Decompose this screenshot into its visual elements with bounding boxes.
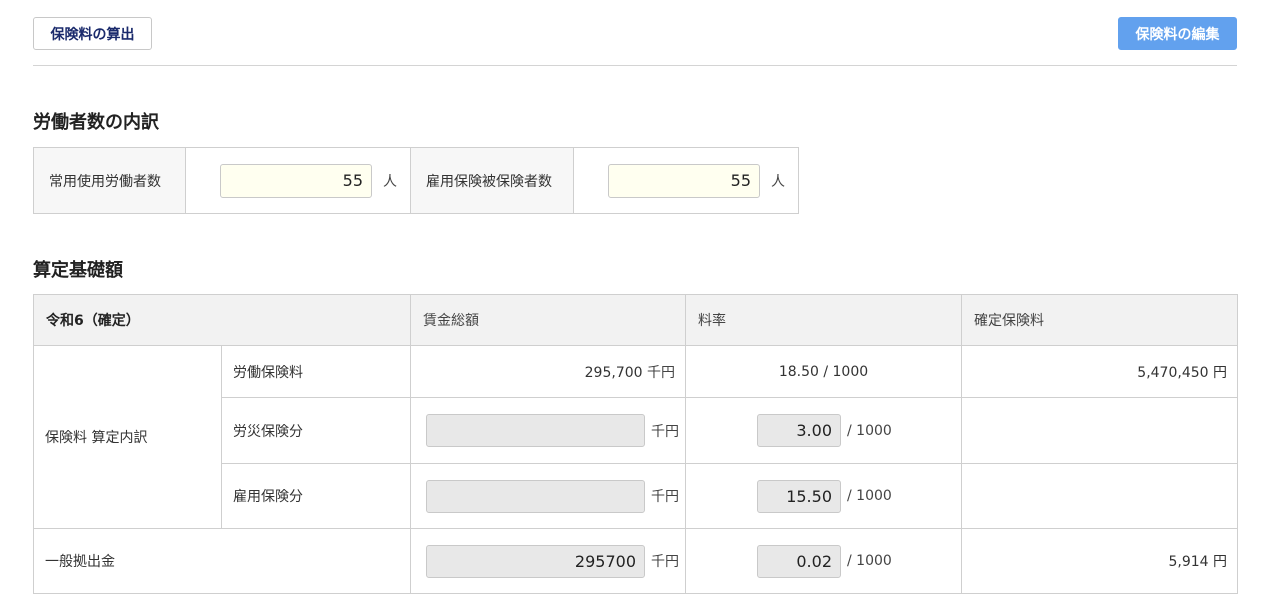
rate-header: 料率	[685, 294, 962, 346]
labor-wages-unit: 千円	[647, 364, 675, 381]
labor-rate-value: 18.50 / 1000	[685, 345, 962, 398]
employment-wages-input[interactable]	[426, 479, 645, 513]
wages-header: 賃金総額	[410, 294, 686, 346]
insured-workers-unit: 人	[771, 173, 785, 190]
regular-workers-label: 常用使用労働者数	[33, 147, 186, 214]
labor-insurance-label: 労働保険料	[221, 345, 411, 398]
divider	[33, 65, 1237, 66]
insured-workers-input[interactable]	[608, 163, 760, 198]
insured-workers-label: 雇用保険被保険者数	[410, 147, 574, 214]
workers-section-title: 労働者数の内訳	[33, 112, 159, 133]
accident-premium-cell	[961, 397, 1238, 464]
regular-workers-unit: 人	[383, 173, 397, 190]
general-premium-value: 5,914 円	[961, 528, 1238, 594]
employment-rate-suffix: / 1000	[847, 488, 892, 504]
general-rate-input[interactable]	[757, 544, 841, 578]
accident-wages-unit: 千円	[651, 423, 679, 440]
premium-header: 確定保険料	[961, 294, 1238, 346]
employment-wages-unit: 千円	[651, 489, 679, 505]
calculate-premium-button[interactable]: 保険料の算出	[33, 17, 152, 50]
employment-insurance-label: 雇用保険分	[221, 463, 411, 529]
table-row: 一般拠出金 千円 / 1000 5,914 円	[33, 528, 1238, 594]
accident-rate-suffix: / 1000	[847, 422, 892, 439]
period-header: 令和6（確定）	[33, 294, 411, 346]
breakdown-label: 保険料 算定内訳	[33, 345, 222, 529]
employment-rate-input[interactable]	[757, 479, 841, 513]
employment-premium-cell	[961, 463, 1238, 529]
table-row: 保険料 算定内訳 労働保険料 295,700 千円 18.50 / 1000 5…	[33, 345, 1238, 529]
general-wages-input[interactable]	[426, 544, 645, 578]
general-rate-suffix: / 1000	[847, 553, 892, 569]
accident-insurance-label: 労災保険分	[221, 397, 411, 464]
general-contribution-label: 一般拠出金	[33, 528, 411, 594]
basis-section-title: 算定基礎額	[33, 260, 123, 281]
labor-wages-value: 295,700	[584, 364, 643, 381]
labor-premium-value: 5,470,450 円	[961, 345, 1238, 398]
basis-table: 令和6（確定） 賃金総額 料率 確定保険料 保険料 算定内訳 労働保険料 295…	[33, 294, 1238, 594]
accident-rate-input[interactable]	[757, 414, 841, 447]
accident-wages-input[interactable]	[426, 414, 645, 447]
edit-premium-button[interactable]: 保険料の編集	[1118, 17, 1237, 50]
general-wages-unit: 千円	[651, 554, 679, 570]
workers-table: 常用使用労働者数 人 雇用保険被保険者数 人	[33, 147, 799, 214]
regular-workers-input[interactable]	[220, 163, 372, 198]
